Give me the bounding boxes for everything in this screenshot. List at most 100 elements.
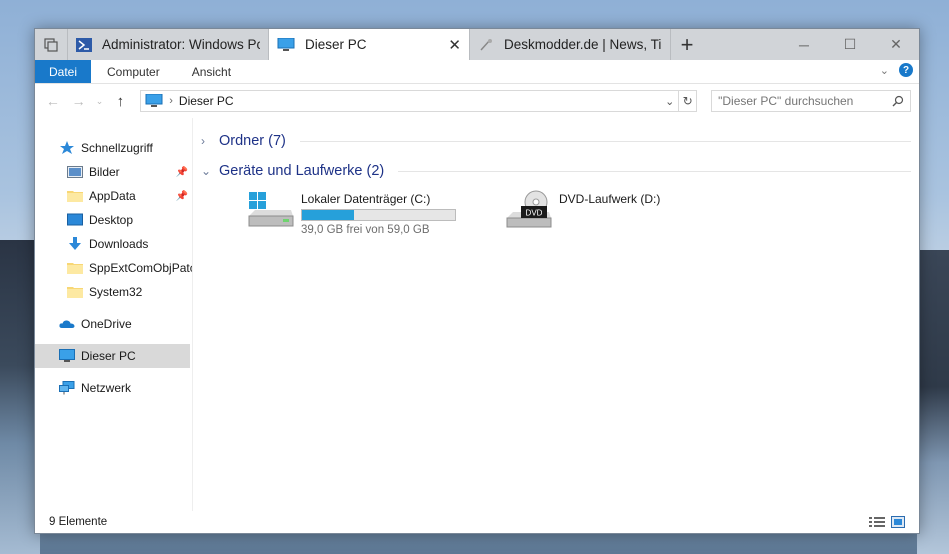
sidebar-item-label: Dieser PC (81, 349, 136, 363)
computer-icon (59, 349, 75, 362)
tab-deskmodder-label: Deskmodder.de | News, Tip (504, 37, 662, 52)
download-icon (69, 237, 81, 250)
drive-c-info: Lokaler Datenträger (C:) 39,0 GB frei vo… (301, 190, 456, 236)
new-tab-button[interactable]: + (671, 29, 703, 60)
pin-icon[interactable]: 📌 (176, 191, 188, 202)
up-button[interactable]: ↑ (110, 93, 130, 110)
content-area: Schnellzugriff Bilder 📌 AppData 📌 Deskto… (35, 118, 919, 511)
sidebar-item-system32[interactable]: System32 (35, 280, 192, 304)
edge-icon (480, 38, 492, 51)
sidebar-item-label: Downloads (89, 237, 149, 251)
sidebar-item-schnellzugriff[interactable]: Schnellzugriff (35, 136, 192, 160)
forward-button[interactable]: → (69, 93, 89, 109)
close-tab-icon[interactable]: ✕ (442, 36, 461, 54)
tab-dieser-pc[interactable]: Dieser PC ✕ (269, 29, 470, 60)
sidebar-item-label: Schnellzugriff (81, 141, 153, 155)
title-tab-bar: Administrator: Windows Pc Dieser PC ✕ De… (35, 29, 919, 60)
recent-locations-button[interactable]: ⌄ (95, 96, 105, 107)
breadcrumb[interactable]: Dieser PC (179, 94, 659, 108)
maximize-button[interactable]: ☐ (827, 29, 873, 60)
ribbon-tab-ansicht[interactable]: Ansicht (176, 60, 247, 83)
group-title-ordner: Ordner (7) (219, 133, 286, 149)
pictures-icon (67, 166, 83, 178)
view-switcher (869, 516, 905, 528)
network-icon (59, 381, 75, 395)
drive-c-name: Lokaler Datenträger (C:) (301, 192, 431, 206)
windows-drive-icon (248, 192, 294, 227)
drive-c-usage-bar (301, 209, 456, 221)
group-title-geraete: Geräte und Laufwerke (2) (219, 163, 385, 179)
sidebar-item-netzwerk[interactable]: Netzwerk (35, 376, 192, 400)
sidebar-item-label: Desktop (89, 213, 134, 227)
tabs-overview-icon (44, 37, 58, 52)
computer-icon (145, 94, 163, 107)
close-window-button[interactable]: ✕ (873, 29, 919, 60)
sidebar-item-label: SppExtComObjPatc (89, 261, 193, 275)
sidebar-item-onedrive[interactable]: OneDrive (35, 312, 192, 336)
sidebar-item-sppextcomobjpatc[interactable]: SppExtComObjPatc (35, 256, 192, 280)
status-bar: 9 Elemente (35, 511, 919, 533)
drive-d-info: DVD-Laufwerk (D:) (559, 190, 660, 236)
drive-c[interactable]: Lokaler Datenträger (C:) 39,0 GB frei vo… (247, 190, 457, 236)
window-controls: ─ ☐ ✕ (781, 29, 919, 60)
address-dropdown-icon[interactable]: ⌄ (665, 95, 674, 108)
sidebar-item-label: AppData (89, 189, 136, 203)
expand-ribbon-icon[interactable]: ⌄ (880, 64, 889, 77)
drive-d-name: DVD-Laufwerk (D:) (559, 192, 661, 206)
group-divider (299, 140, 911, 142)
ribbon-right-controls: ⌄ ? (880, 63, 913, 77)
computer-icon (277, 37, 295, 51)
tab-powershell-label: Administrator: Windows Pc (102, 37, 260, 52)
minimize-button[interactable]: ─ (781, 29, 827, 60)
chevron-right-icon[interactable]: › (201, 134, 213, 148)
refresh-button[interactable]: ↻ (679, 90, 698, 112)
powershell-icon (76, 37, 92, 52)
folder-icon (67, 263, 83, 274)
back-button[interactable]: ← (43, 93, 63, 109)
desktop-background-right (917, 250, 949, 554)
ribbon-tab-datei[interactable]: Datei (35, 60, 92, 83)
search-icon (892, 95, 904, 107)
address-bar[interactable]: › Dieser PC ⌄ (140, 90, 680, 112)
drive-c-usage-fill (302, 210, 354, 220)
folder-icon (67, 287, 83, 298)
sidebar-item-label: OneDrive (81, 317, 132, 331)
chevron-down-icon[interactable]: ⌄ (201, 164, 213, 178)
drive-c-free-space: 39,0 GB frei von 59,0 GB (301, 224, 430, 236)
ribbon-tab-computer[interactable]: Computer (91, 60, 176, 83)
search-box[interactable] (711, 90, 912, 112)
item-count: 9 Elemente (49, 516, 108, 528)
tab-switcher-button[interactable] (35, 29, 68, 60)
large-icons-view-icon[interactable] (891, 516, 905, 528)
sidebar-item-bilder[interactable]: Bilder 📌 (35, 160, 192, 184)
drives-list: Lokaler Datenträger (C:) 39,0 GB frei vo… (201, 186, 911, 236)
breadcrumb-chevron-icon[interactable]: › (169, 95, 173, 107)
group-header-ordner[interactable]: › Ordner (7) (201, 126, 911, 156)
desktop-icon (67, 213, 83, 226)
help-icon[interactable]: ? (899, 63, 913, 77)
dvd-badge: DVD (526, 209, 543, 218)
cloud-icon (59, 320, 75, 328)
dvd-drive-icon: DVD (506, 190, 552, 228)
navigation-pane: Schnellzugriff Bilder 📌 AppData 📌 Deskto… (35, 118, 193, 511)
tab-dieser-pc-label: Dieser PC (305, 37, 367, 52)
sidebar-item-downloads[interactable]: Downloads (35, 232, 192, 256)
sidebar-item-desktop[interactable]: Desktop (35, 208, 192, 232)
explorer-window: Administrator: Windows Pc Dieser PC ✕ De… (34, 28, 920, 534)
tab-powershell[interactable]: Administrator: Windows Pc (68, 29, 269, 60)
sidebar-item-dieser-pc[interactable]: Dieser PC (35, 344, 190, 368)
details-view-icon[interactable] (869, 516, 885, 528)
star-icon (60, 141, 74, 154)
group-divider (398, 170, 911, 172)
drive-d[interactable]: DVD DVD-Laufwerk (D:) (505, 190, 715, 236)
group-header-geraete[interactable]: ⌄ Geräte und Laufwerke (2) (201, 156, 911, 186)
navigation-bar: ← → ⌄ ↑ › Dieser PC ⌄ ↻ (35, 84, 919, 118)
ribbon-tabs: Datei Computer Ansicht ⌄ ? (35, 60, 919, 84)
search-input[interactable] (718, 94, 893, 108)
pin-icon[interactable]: 📌 (176, 167, 188, 178)
sidebar-item-label: System32 (89, 285, 143, 299)
sidebar-item-appdata[interactable]: AppData 📌 (35, 184, 192, 208)
sidebar-item-label: Netzwerk (81, 381, 132, 395)
file-view: › Ordner (7) ⌄ Geräte und Laufwerke (2) (193, 118, 919, 511)
tab-deskmodder[interactable]: Deskmodder.de | News, Tip (470, 29, 671, 60)
